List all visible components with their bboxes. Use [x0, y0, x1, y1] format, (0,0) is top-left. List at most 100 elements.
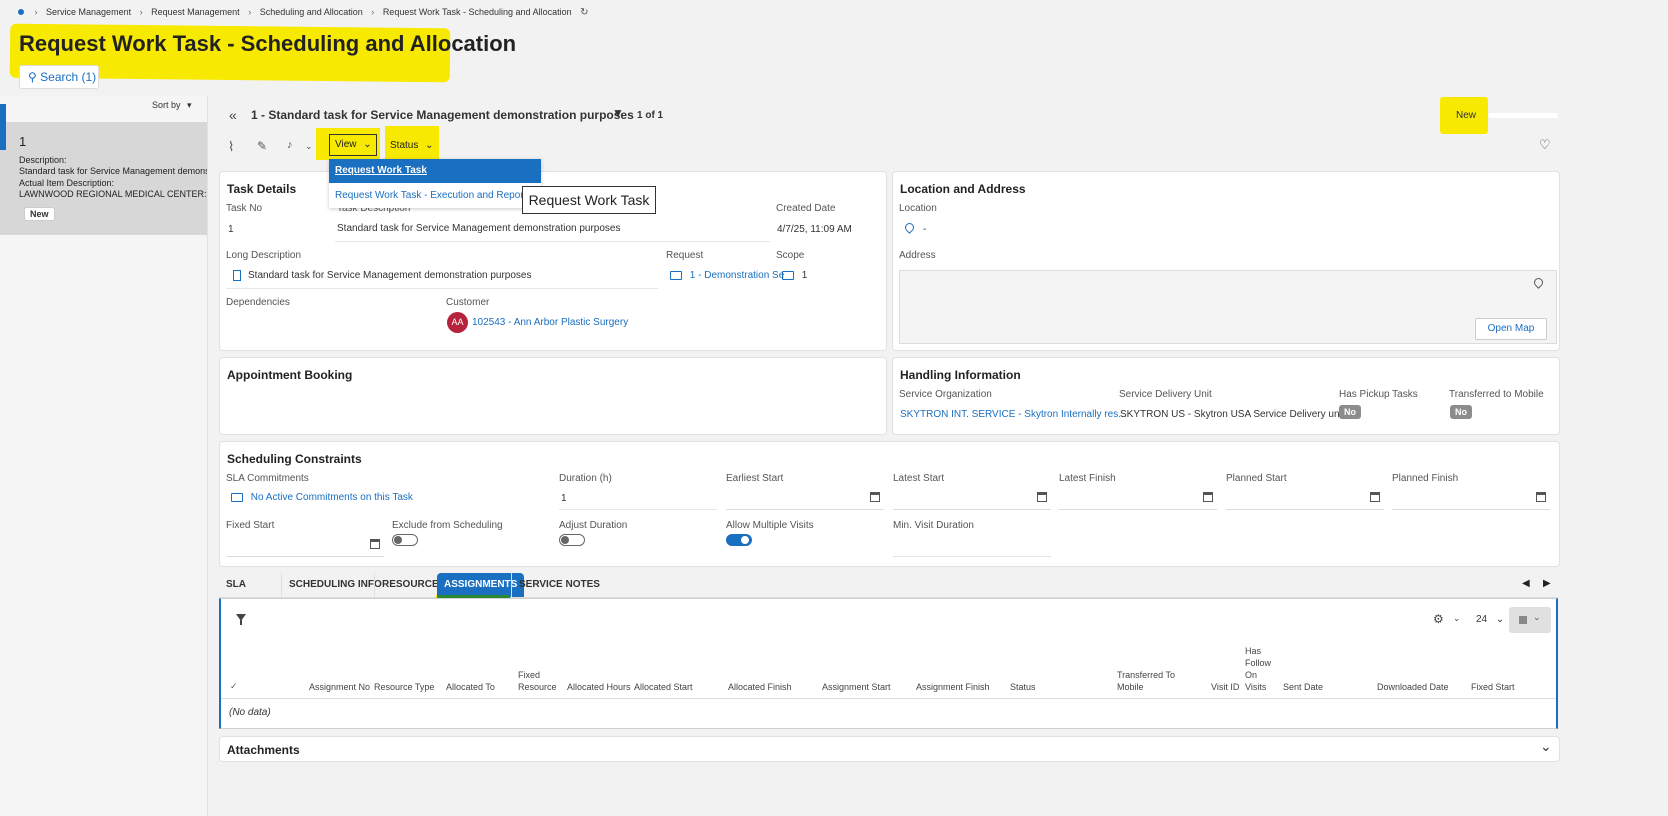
chevron-down-icon[interactable]: ⌄	[305, 141, 313, 152]
collapse-icon[interactable]: «	[229, 107, 237, 123]
settings-icon[interactable]: ⚙	[1433, 612, 1444, 626]
duration-field[interactable]: 1	[559, 487, 717, 510]
column-header[interactable]: Assignment Finish	[916, 681, 990, 693]
tab-scheduling-info[interactable]: SCHEDULING INFO	[281, 573, 389, 597]
customer-link[interactable]: 102543 - Ann Arbor Plastic Surgery	[472, 317, 628, 328]
multiple-visits-toggle[interactable]	[726, 534, 752, 546]
record-icon	[670, 270, 682, 280]
calendar-icon[interactable]	[1203, 492, 1213, 502]
selection-bar	[0, 104, 6, 150]
adjust-label: Adjust Duration	[559, 520, 628, 531]
status-badge: New	[24, 207, 55, 221]
calendar-icon[interactable]	[370, 539, 380, 549]
column-header[interactable]: Transferred To Mobile	[1117, 669, 1177, 693]
scope-field[interactable]: 1	[782, 270, 807, 281]
calendar-icon[interactable]	[1370, 492, 1380, 502]
calendar-icon[interactable]	[1037, 492, 1047, 502]
bell-icon[interactable]: ♪	[287, 139, 293, 151]
request-value: 1 - Demonstration Se	[689, 270, 785, 281]
pickup-badge: No	[1339, 405, 1361, 419]
list-item[interactable]: 1 Description: Standard task for Service…	[0, 122, 207, 235]
sort-button[interactable]: Sort by ▾	[152, 100, 192, 116]
column-header[interactable]: Status	[1010, 681, 1036, 693]
status-menu-button[interactable]: Status ⌄	[390, 140, 434, 151]
page-size-value: 24	[1476, 614, 1488, 625]
min-visit-field[interactable]	[893, 534, 1051, 557]
table-view-button[interactable]: ⌄	[1509, 607, 1551, 633]
document-icon	[233, 270, 241, 281]
list-item-actual: LAWNWOOD REGIONAL MEDICAL CENTER: Bo	[19, 189, 207, 199]
chevron-right-icon: ›	[371, 7, 375, 17]
column-header[interactable]: Allocated Hours	[567, 681, 631, 693]
home-icon[interactable]	[18, 9, 24, 15]
calendar-icon[interactable]	[1536, 492, 1546, 502]
request-link[interactable]: 1 - Demonstration Se	[670, 270, 785, 281]
task-description-field[interactable]: Standard task for Service Management dem…	[335, 217, 770, 242]
column-header[interactable]: Visit ID	[1211, 681, 1239, 693]
earliest-start-label: Earliest Start	[726, 473, 784, 484]
sdu-label: Service Delivery Unit	[1119, 389, 1212, 400]
page-size-select[interactable]: 24 ⌄	[1476, 614, 1504, 625]
column-header[interactable]: Resource Type	[374, 681, 434, 693]
latest-start-field[interactable]	[893, 487, 1051, 510]
view-menu-button[interactable]: View ⌄	[329, 134, 377, 156]
breadcrumb: › Service Management › Request Managemen…	[18, 7, 589, 21]
tab-sla[interactable]: SLA	[219, 573, 253, 597]
tab-prev-icon[interactable]: ◀	[1522, 578, 1530, 589]
breadcrumb-item-scheduling[interactable]: Scheduling and Allocation	[260, 7, 363, 17]
column-header[interactable]: Allocated To	[446, 681, 495, 693]
edit-icon[interactable]: ✎	[257, 139, 267, 153]
column-header[interactable]: Has Follow On Visits	[1245, 645, 1271, 693]
appointment-card: Appointment Booking	[219, 357, 887, 435]
latest-finish-field[interactable]	[1059, 487, 1217, 510]
chevron-down-icon[interactable]: ⌄	[1453, 613, 1461, 624]
task-no-value: 1	[228, 224, 234, 235]
planned-finish-field[interactable]	[1392, 487, 1550, 510]
long-description-field[interactable]: Standard task for Service Management dem…	[226, 264, 658, 289]
breadcrumb-item-current: Request Work Task - Scheduling and Alloc…	[382, 7, 572, 17]
breadcrumb-item-service-management[interactable]: Service Management	[46, 7, 131, 17]
task-no-label: Task No	[226, 203, 263, 214]
column-header[interactable]: Assignment No	[309, 681, 370, 693]
tab-service-notes[interactable]: SERVICE NOTES	[511, 573, 607, 597]
exclude-toggle[interactable]	[392, 534, 418, 546]
calendar-icon[interactable]	[870, 492, 880, 502]
select-all-checkbox[interactable]: ✓	[230, 681, 238, 692]
breadcrumb-item-request-management[interactable]: Request Management	[151, 7, 240, 17]
attachment-icon[interactable]: ⌇	[228, 139, 234, 155]
earliest-start-field[interactable]	[726, 487, 884, 510]
caret-down-icon[interactable]: ▼	[612, 106, 624, 120]
column-header[interactable]: Allocated Start	[634, 681, 693, 693]
attachments-title: Attachments	[227, 743, 300, 757]
column-header[interactable]: Sent Date	[1283, 681, 1323, 693]
favorite-icon[interactable]: ♡	[1539, 137, 1551, 153]
address-label: Address	[899, 250, 936, 261]
refresh-icon[interactable]: ↻	[580, 7, 588, 18]
attachments-card[interactable]: Attachments ⌄	[219, 736, 1560, 762]
column-header[interactable]: Allocated Finish	[728, 681, 792, 693]
column-header[interactable]: Fixed Resource	[518, 669, 558, 693]
view-dropdown-menu: Request Work Task Request Work Task - Ex…	[329, 159, 541, 208]
open-map-button[interactable]: Open Map	[1475, 318, 1547, 340]
menu-item-execution-report[interactable]: Request Work Task - Execution and Report	[329, 183, 541, 208]
service-org-link[interactable]: SKYTRON INT. SERVICE - Skytron Internall…	[900, 409, 1127, 420]
sla-link[interactable]: No Active Commitments on this Task	[231, 492, 413, 503]
planned-start-field[interactable]	[1226, 487, 1384, 510]
duration-value: 1	[561, 493, 567, 504]
chevron-down-icon[interactable]: ⌄	[1540, 738, 1552, 755]
menu-item-label: Request Work Task - Execution and Report	[335, 190, 527, 201]
long-description-value: Standard task for Service Management dem…	[248, 270, 532, 281]
record-title: 1 - Standard task for Service Management…	[251, 108, 634, 122]
column-header[interactable]: Fixed Start	[1471, 681, 1515, 693]
menu-item-request-work-task[interactable]: Request Work Task	[329, 159, 541, 183]
adjust-duration-toggle[interactable]	[559, 534, 585, 546]
search-button[interactable]: ⚲ Search (1)	[19, 65, 99, 89]
latest-start-label: Latest Start	[893, 473, 945, 484]
chevron-down-icon: ⌄	[363, 139, 372, 150]
column-header[interactable]: Assignment Start	[822, 681, 891, 693]
fixed-start-field[interactable]	[226, 534, 384, 557]
column-header[interactable]: Downloaded Date	[1377, 681, 1449, 693]
tab-next-icon[interactable]: ▶	[1543, 578, 1551, 589]
scheduling-card: Scheduling Constraints SLA Commitments N…	[219, 441, 1560, 567]
tooltip: Request Work Task	[522, 186, 656, 214]
